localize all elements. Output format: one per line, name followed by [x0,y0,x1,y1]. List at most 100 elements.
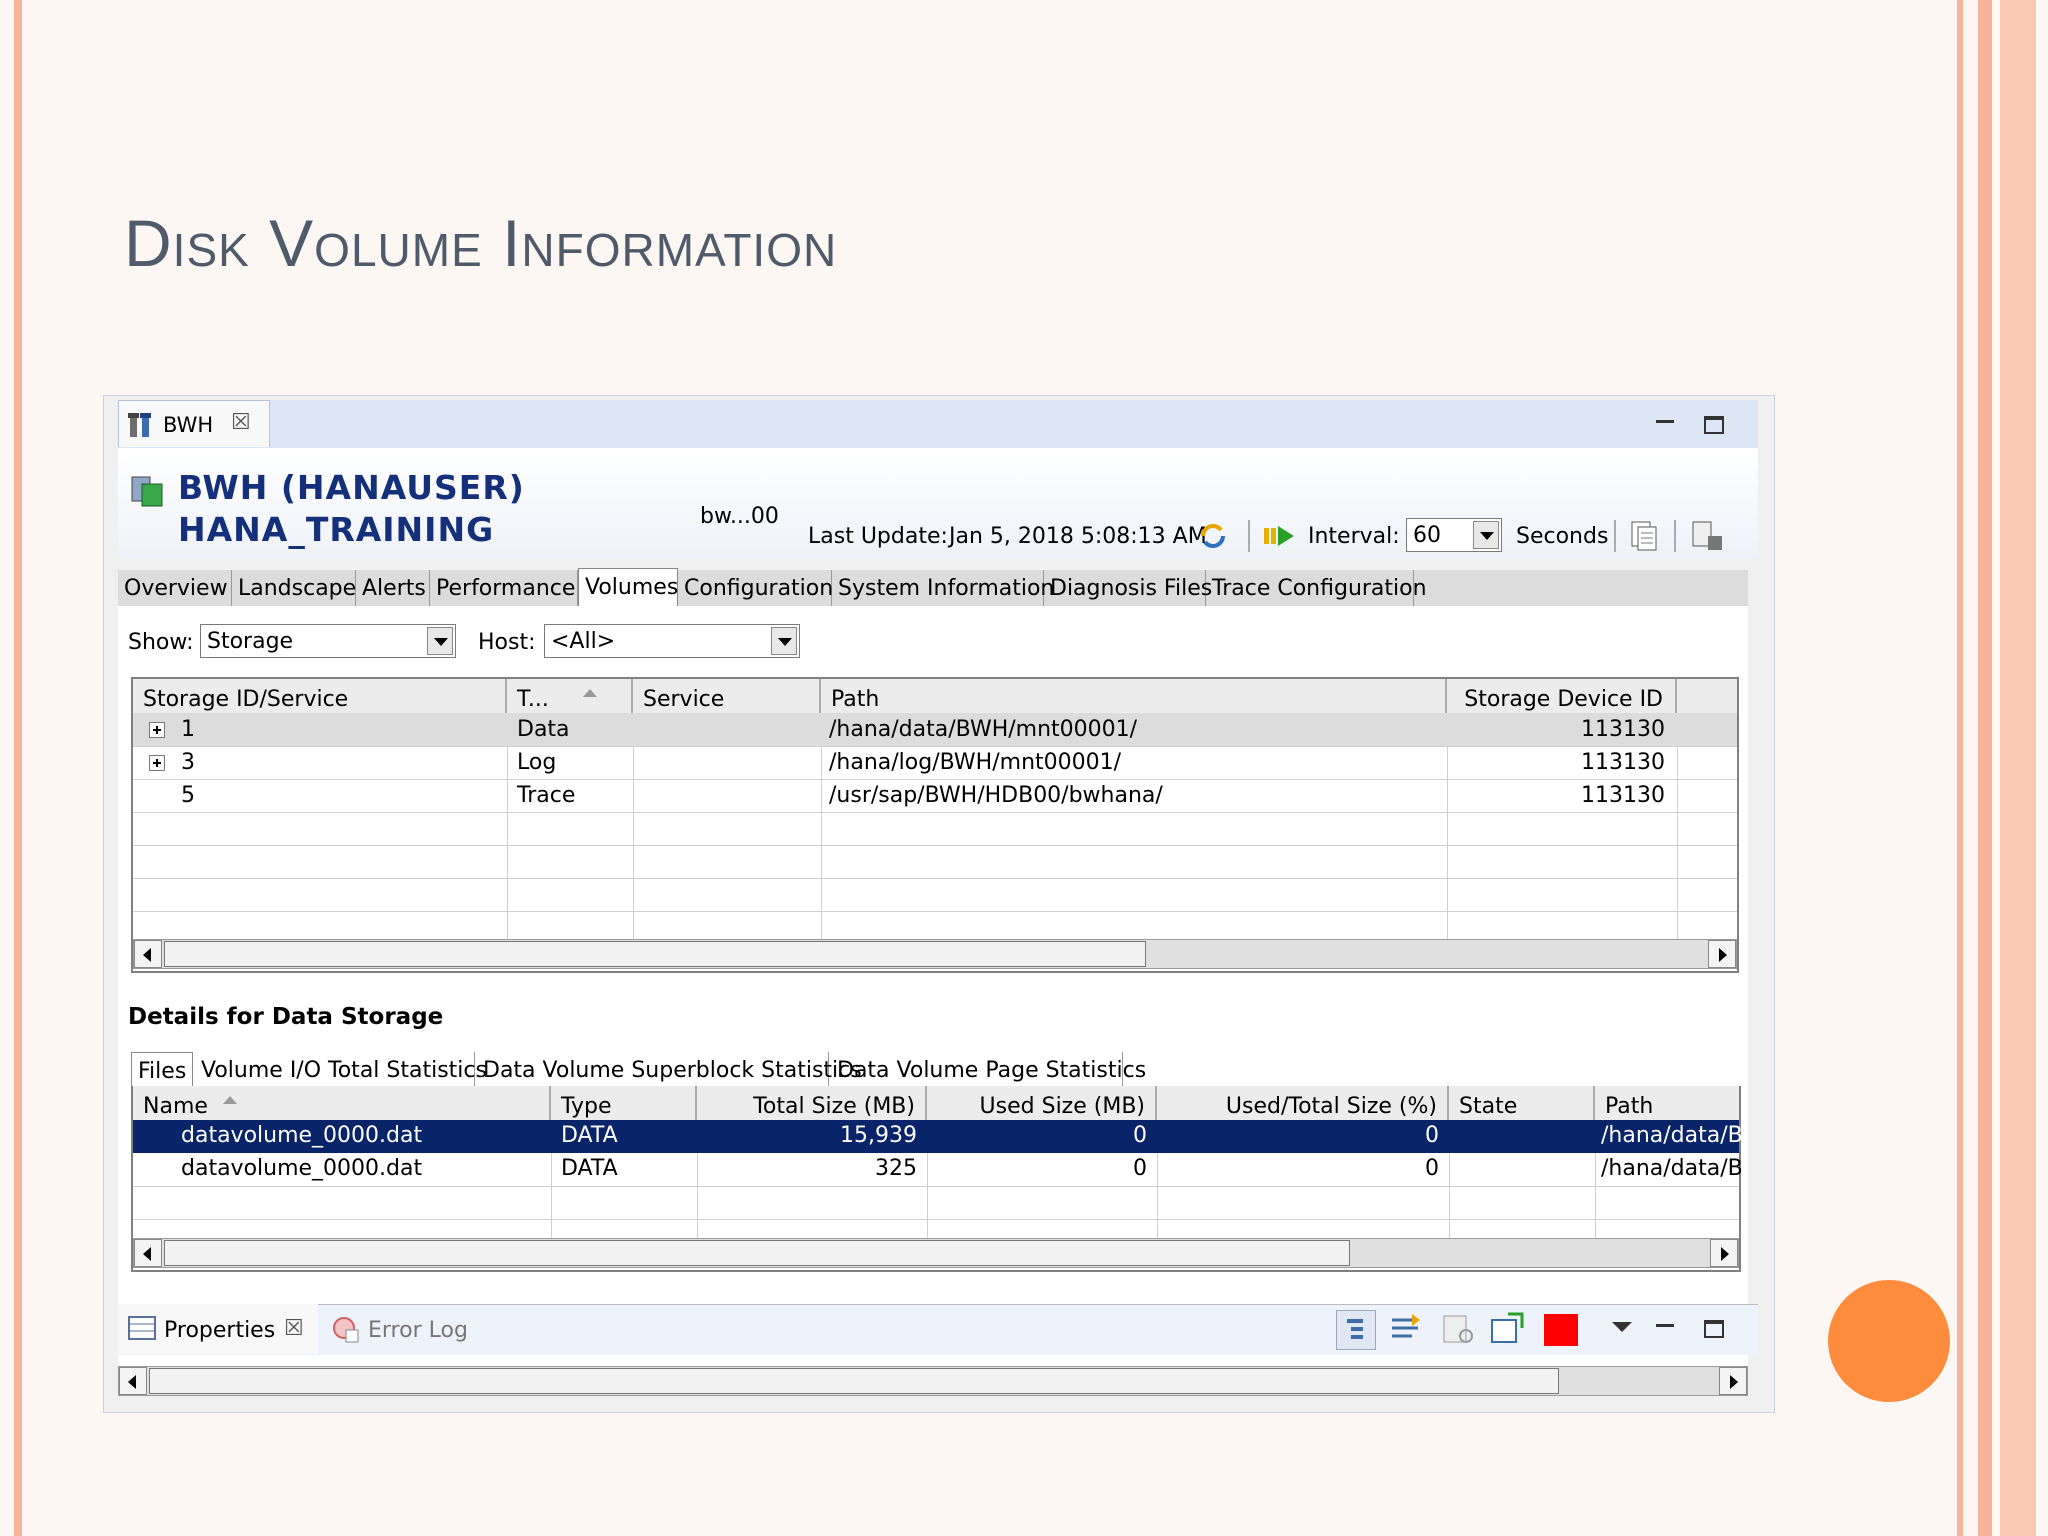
system-icon [131,476,163,507]
left-stripe [14,0,22,1536]
tab-error-log[interactable]: Error Log [326,1304,468,1354]
interval-value: 60 [1413,523,1441,548]
editor-tab-bwh[interactable]: BWH ☒ [118,400,270,447]
tab-superblock-stats[interactable]: Data Volume Superblock Statistics [475,1052,862,1088]
grid-line [133,911,1737,912]
table-row-selected[interactable]: datavolume_0000.dat DATA 15,939 0 0 /han… [133,1120,1743,1153]
host-label: Host: [478,630,536,655]
tab-volume-io-stats[interactable]: Volume I/O Total Statistics [193,1052,487,1088]
storage-device-id: 113130 [1581,750,1665,775]
scroll-left-button[interactable] [134,940,162,968]
chevron-down-icon[interactable] [771,627,797,655]
main-tab-strip: Overview Landscape Alerts Performance Vo… [118,568,1748,608]
editor-tab-bar [118,400,1758,449]
scroll-left-button[interactable] [119,1367,147,1395]
file-type: DATA [561,1156,618,1181]
chevron-down-icon[interactable] [427,627,453,655]
export-icon[interactable] [1690,520,1724,552]
tree-view-icon[interactable] [1336,1310,1376,1350]
horizontal-scrollbar[interactable] [133,939,1737,969]
last-update-label: Last Update: [808,524,948,549]
file-used-pct: 0 [1425,1156,1439,1181]
col-used-size[interactable]: Used Size (MB) [927,1086,1157,1120]
tab-files[interactable]: Files [131,1052,193,1088]
col-storage-device-id[interactable]: Storage Device ID [1447,679,1677,713]
col-name[interactable]: Name [133,1086,551,1120]
seconds-label: Seconds [1516,524,1609,549]
expand-icon[interactable] [149,722,165,738]
toolbar-separator [1248,520,1250,552]
scroll-right-button[interactable] [1708,940,1736,968]
storage-type: Log [517,750,557,775]
col-name-label: Name [143,1094,208,1119]
stop-icon[interactable] [1544,1314,1578,1346]
tab-overview[interactable]: Overview [118,570,232,606]
minimize-icon[interactable] [1656,420,1674,423]
tab-landscape[interactable]: Landscape [232,570,356,606]
show-label: Show: [128,630,194,655]
col-file-type[interactable]: Type [551,1086,697,1120]
col-type[interactable]: T... [507,679,633,713]
maximize-icon[interactable] [1704,1320,1724,1338]
auto-refresh-icon[interactable] [1262,522,1296,550]
refresh-icon[interactable] [1197,520,1229,552]
right-stripe-1 [1957,0,1963,1536]
minimize-icon[interactable] [1656,1324,1674,1327]
tab-configuration[interactable]: Configuration [678,570,833,606]
scroll-left-button[interactable] [134,1239,162,1267]
expand-icon[interactable] [149,755,165,771]
grid-line [133,812,1737,813]
right-stripe-2 [1978,0,1992,1536]
tab-system-information[interactable]: System Information [832,570,1054,606]
scroll-right-button[interactable] [1719,1367,1747,1395]
sort-asc-icon [223,1096,237,1104]
grid-line [133,1219,1739,1220]
maximize-icon[interactable] [1704,416,1724,434]
file-used-size: 0 [1133,1156,1147,1181]
file-used-size: 0 [1133,1123,1147,1148]
col-type-label: T... [517,687,549,712]
filter-icon[interactable] [1388,1310,1426,1348]
storage-device-id: 113130 [1581,717,1665,742]
col-total-size[interactable]: Total Size (MB) [697,1086,927,1120]
grid-line [133,1186,1739,1187]
file-path: /hana/data/B [1601,1156,1743,1181]
scroll-thumb[interactable] [149,1368,1559,1394]
horizontal-scrollbar[interactable] [133,1238,1739,1268]
close-icon[interactable]: ☒ [231,410,251,435]
properties-icon [128,1316,156,1340]
scroll-thumb[interactable] [164,1240,1350,1266]
grid-line [133,845,1737,846]
close-icon[interactable]: ☒ [284,1316,304,1341]
slide-title: Disk Volume Information [124,206,838,280]
scroll-right-button[interactable] [1710,1239,1738,1267]
view-menu-icon[interactable] [1612,1322,1632,1332]
copy-icon[interactable] [1628,520,1660,552]
col-used-pct[interactable]: Used/Total Size (%) [1157,1086,1449,1120]
tab-alerts[interactable]: Alerts [356,570,430,606]
tab-performance[interactable]: Performance [430,570,578,606]
show-select[interactable]: Storage [200,624,456,658]
col-file-path[interactable]: Path [1595,1086,1739,1120]
tab-page-stats[interactable]: Data Volume Page Statistics [829,1052,1146,1088]
new-window-icon[interactable] [1488,1310,1526,1348]
table-row[interactable]: datavolume_0000.dat DATA 325 0 0 /hana/d… [133,1154,1743,1186]
tab-trace-configuration[interactable]: Trace Configuration [1206,570,1427,606]
tab-diagnosis-files[interactable]: Diagnosis Files [1044,570,1212,606]
tab-properties[interactable]: Properties ☒ [118,1304,318,1354]
tab-volumes[interactable]: Volumes [578,568,678,608]
col-state[interactable]: State [1449,1086,1595,1120]
scroll-thumb[interactable] [164,941,1146,967]
col-path[interactable]: Path [821,679,1447,713]
details-tab-strip: Files Volume I/O Total Statistics Data V… [131,1052,1741,1088]
col-service[interactable]: Service [633,679,821,713]
interval-select[interactable]: 60 [1406,518,1502,552]
db-admin-icon [128,413,151,437]
col-storage-id[interactable]: Storage ID/Service [133,679,507,713]
host-select[interactable]: <All> [544,624,800,658]
chevron-down-icon[interactable] [1473,521,1499,549]
pin-view-icon[interactable] [1440,1310,1478,1348]
details-heading: Details for Data Storage [128,1004,444,1030]
horizontal-scrollbar[interactable] [118,1366,1748,1396]
interval-label: Interval: [1308,524,1400,549]
